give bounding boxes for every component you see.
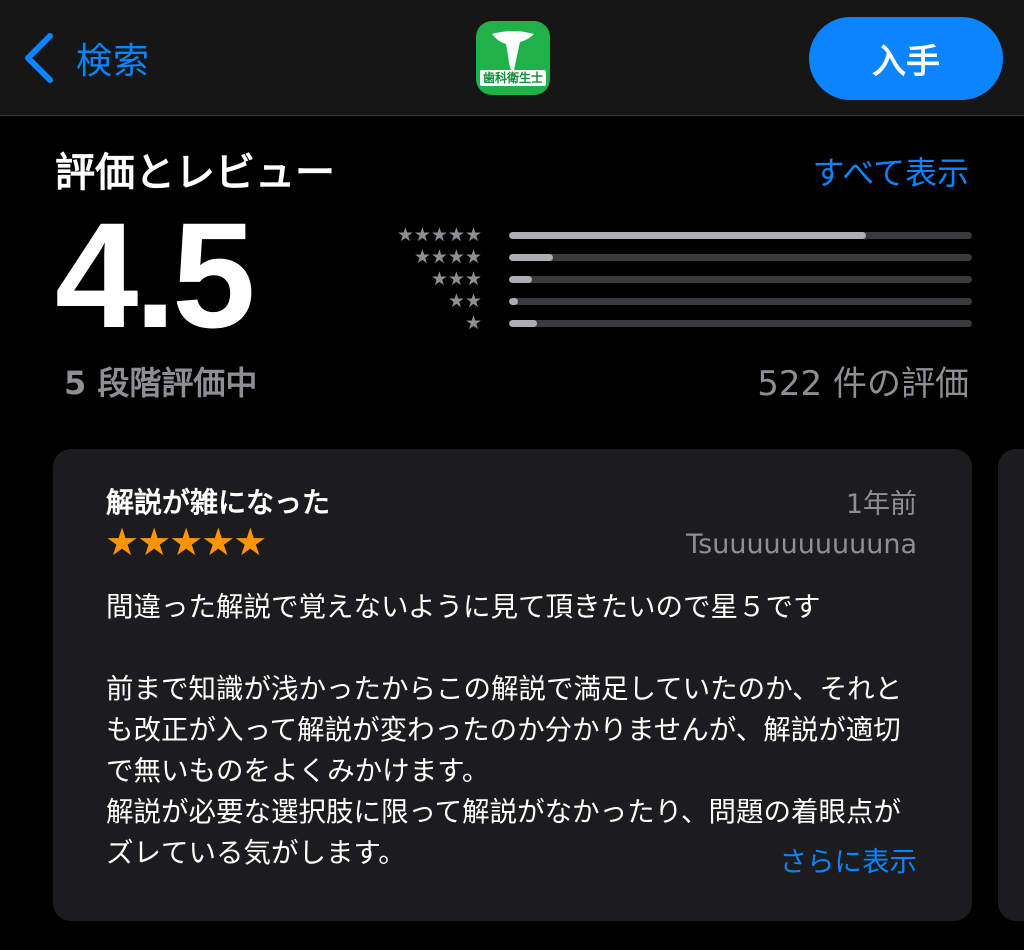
histogram-stars-icon: ★★★ [430, 268, 482, 290]
histogram-row-4: ★★★★ [378, 246, 972, 268]
histogram-bar [509, 253, 972, 261]
get-button[interactable]: 入手 [809, 17, 1003, 100]
more-link[interactable]: さらに表示 [769, 839, 917, 879]
histogram-stars-icon: ★★★★★ [396, 224, 482, 246]
histogram-bar [509, 297, 972, 305]
back-label: 検索 [76, 41, 151, 82]
histogram-fill [509, 275, 533, 283]
rating-scale-label: 5 段階評価中 [64, 364, 258, 402]
average-rating: 4.5 [55, 191, 256, 359]
next-review-card[interactable] [998, 449, 1024, 921]
histogram-fill [509, 253, 553, 261]
histogram-row-5: ★★★★★ [378, 224, 972, 246]
histogram-fill [509, 319, 537, 327]
rating-histogram: ★★★★★ ★★★★ ★★★ ★★ ★ [378, 224, 972, 334]
app-icon-label: 歯科衛生士 [479, 70, 546, 86]
histogram-row-1: ★ [378, 312, 972, 334]
app-store-page: 検索 歯科衛生士 入手 評価とレビュー すべて表示 4.5 5 段階評価中 52… [0, 0, 1024, 950]
chevron-left-icon [25, 33, 53, 83]
histogram-row-3: ★★★ [378, 268, 972, 290]
review-card[interactable]: 解説が雑になった 1年前 ★★★★★ Tsuuuuuuuuuuna 間違った解説… [53, 449, 972, 921]
review-date: 1年前 [845, 489, 917, 520]
review-stars-icon: ★★★★★ [105, 520, 267, 564]
review-body: 間違った解説で覚えないように見て頂きたいので星５です 前まで知識が浅かったからこ… [106, 591, 903, 869]
review-title: 解説が雑になった [106, 486, 331, 519]
rating-count: 522 件の評価 [757, 364, 969, 404]
app-icon: 歯科衛生士 [476, 21, 550, 95]
histogram-stars-icon: ★★★★ [413, 246, 482, 268]
histogram-fill [509, 297, 519, 305]
histogram-bar [509, 275, 972, 283]
navigation-bar: 検索 歯科衛生士 入手 [0, 0, 1024, 116]
see-all-link[interactable]: すべて表示 [813, 148, 969, 194]
histogram-row-2: ★★ [378, 290, 972, 312]
histogram-bar [509, 319, 972, 327]
section-title: 評価とレビュー [55, 150, 335, 196]
histogram-stars-icon: ★★ [447, 290, 482, 312]
back-button[interactable]: 検索 [22, 30, 150, 86]
histogram-stars-icon: ★ [464, 312, 482, 334]
tooth-icon [492, 31, 534, 71]
histogram-bar [509, 231, 972, 239]
histogram-fill [509, 231, 866, 239]
review-author: Tsuuuuuuuuuuna [686, 529, 917, 560]
